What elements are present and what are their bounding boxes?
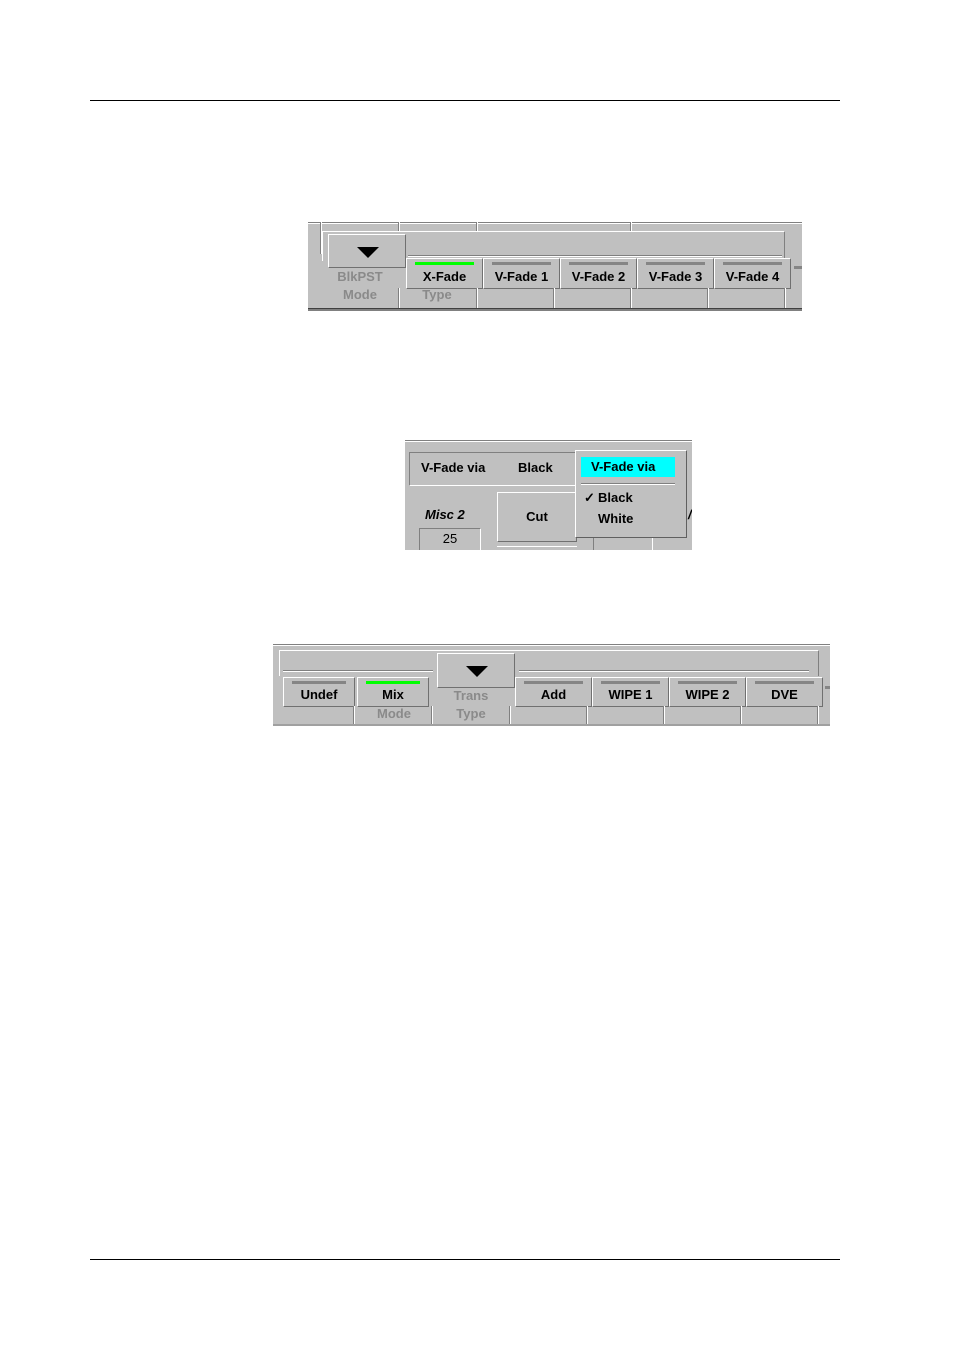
lamp (492, 262, 551, 265)
check-icon: ✓ (584, 490, 595, 505)
button-label: Cut (526, 509, 548, 524)
button-label: V-Fade 1 (494, 269, 549, 284)
field-label: V-Fade via (421, 460, 486, 475)
top-groove (405, 440, 692, 442)
wipe2-button[interactable]: WIPE 2 (669, 677, 746, 707)
menu-item-label: Black (598, 490, 633, 505)
button-label: DVE (771, 687, 798, 702)
type-label: Type (456, 706, 486, 721)
button-label: Add (540, 687, 567, 702)
footer-rule (90, 1259, 840, 1260)
button-label: Undef (300, 687, 338, 702)
undef-button[interactable]: Undef (283, 677, 355, 707)
misc-label: Misc 2 (425, 507, 465, 522)
lower-button-edge (497, 546, 577, 550)
field-value: Black (518, 460, 553, 475)
top-groove (273, 644, 830, 646)
divider (707, 288, 709, 308)
vfade-via-panel: V-Fade via Black Misc 2 25 Cut 25 / V-Fa… (405, 440, 692, 550)
divider (784, 288, 786, 308)
lamp (569, 262, 628, 265)
type-group-inner (408, 255, 782, 257)
divider (509, 706, 511, 726)
button-label: Mix (382, 687, 404, 702)
lamp (723, 262, 782, 265)
top-groove (308, 222, 802, 224)
menu-title: V-Fade via (581, 457, 675, 477)
scroll-stub (794, 266, 802, 269)
button-label: WIPE 1 (608, 687, 653, 702)
button-label: WIPE 2 (685, 687, 730, 702)
mode-dropdown-button[interactable] (328, 234, 406, 268)
mix-button[interactable]: Mix (357, 677, 429, 707)
trans-type-dropdown-button[interactable] (437, 653, 515, 688)
active-lamp (366, 681, 420, 684)
lamp (524, 681, 583, 684)
lamp (601, 681, 660, 684)
lamp (292, 681, 346, 684)
button-label: V-Fade 4 (725, 269, 780, 284)
misc-value-field[interactable]: 25 (419, 528, 481, 550)
menu-item-black[interactable]: ✓ Black (578, 488, 682, 508)
divider (663, 706, 665, 726)
divider (476, 288, 478, 308)
mode-value: BlkPST (337, 269, 383, 284)
menu-item-white[interactable]: White (578, 509, 682, 529)
wipe1-button[interactable]: WIPE 1 (592, 677, 669, 707)
divider (630, 288, 632, 308)
vfade-via-field[interactable]: V-Fade via Black (409, 452, 584, 486)
add-button[interactable]: Add (515, 677, 592, 707)
header-rule (90, 100, 840, 101)
vfade-via-menu: V-Fade via ✓ Black White (575, 450, 687, 538)
lamp (678, 681, 737, 684)
divider (431, 706, 433, 726)
xfade-button[interactable]: X-Fade (406, 258, 483, 289)
mode-group-inner (283, 670, 433, 672)
button-label: V-Fade 3 (648, 269, 703, 284)
mode-label: Mode (377, 706, 411, 721)
divider (740, 706, 742, 726)
scroll-stub (825, 686, 830, 689)
active-lamp (415, 262, 474, 265)
divider (586, 706, 588, 726)
button-label: X-Fade (422, 269, 467, 284)
cut-button[interactable]: Cut (497, 492, 577, 542)
menu-separator (581, 483, 675, 485)
trans-type-panel: Undef Mix Trans Mode Type Add WIPE 1 WIP… (273, 644, 830, 726)
vfade2-button[interactable]: V-Fade 2 (560, 258, 637, 289)
divider (817, 706, 819, 726)
mode-group-frame (279, 650, 819, 676)
triangle-down-icon (357, 247, 379, 258)
type-group-inner (519, 670, 809, 672)
divider (553, 288, 555, 308)
bottom-edge (273, 724, 830, 726)
button-label: V-Fade 2 (571, 269, 626, 284)
menu-item-label: White (598, 511, 634, 526)
mode-label: Mode (343, 287, 377, 302)
triangle-down-icon (466, 666, 488, 677)
lamp (646, 262, 705, 265)
dve-button[interactable]: DVE (746, 677, 823, 707)
partial-label: / (688, 507, 692, 522)
trans-value: Trans (453, 688, 489, 703)
vfade1-button[interactable]: V-Fade 1 (483, 258, 560, 289)
bottom-edge (308, 308, 802, 311)
divider (398, 288, 400, 308)
vfade3-button[interactable]: V-Fade 3 (637, 258, 714, 289)
menu-title-text: V-Fade via (591, 459, 656, 474)
lamp (755, 681, 814, 684)
vfade4-button[interactable]: V-Fade 4 (714, 258, 791, 289)
blkpst-mode-panel: BlkPST Mode Type X-Fade V-Fade 1 V-Fade … (308, 222, 802, 311)
divider (353, 706, 355, 726)
